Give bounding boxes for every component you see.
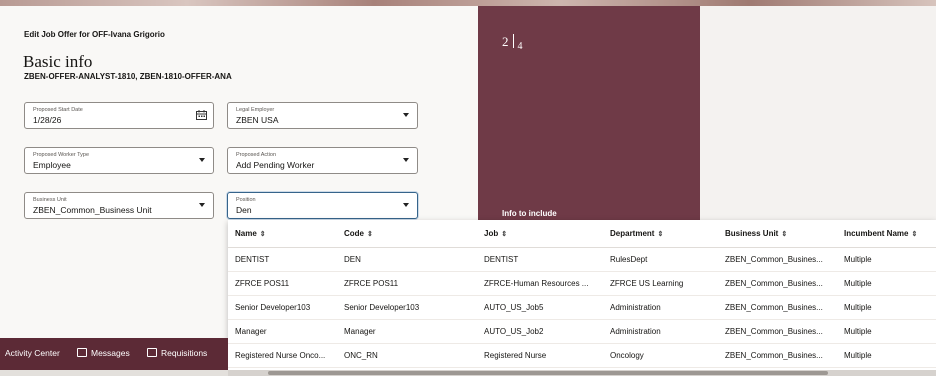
cell-incumbent: Multiple	[837, 343, 936, 368]
start-date-value: 1/28/26	[33, 115, 62, 125]
cell-code: DEN	[337, 247, 477, 272]
sort-icon[interactable]: ⇕	[657, 231, 663, 238]
col-header-name[interactable]: Name ⇕	[228, 220, 337, 248]
messages-label: Messages	[91, 348, 130, 358]
step-indicator: 24	[502, 34, 523, 52]
legal-employer-label: Legal Employer	[236, 107, 275, 113]
requisitions-link[interactable]: Requisitions	[147, 348, 207, 358]
cell-department: Administration	[603, 319, 718, 344]
cell-job: AUTO_US_Job2	[477, 319, 603, 344]
bottom-navigation: Activity Center Messages Requisitions	[0, 338, 228, 370]
results-table: Name ⇕ Code ⇕ Job ⇕ Department ⇕ Business Un…	[228, 220, 936, 368]
sort-icon[interactable]: ⇕	[260, 231, 266, 238]
start-date-label: Proposed Start Date	[33, 107, 83, 113]
cell-name: Registered Nurse Onco...	[228, 343, 337, 368]
cell-incumbent: Multiple	[837, 295, 936, 320]
cell-business-unit: ZBEN_Common_Busines...	[718, 343, 837, 368]
cell-code: ONC_RN	[337, 343, 477, 368]
chevron-down-icon[interactable]	[403, 203, 409, 207]
cell-department: Oncology	[603, 343, 718, 368]
cell-job: AUTO_US_Job5	[477, 295, 603, 320]
col-header-code[interactable]: Code ⇕	[337, 220, 477, 248]
table-row[interactable]: DENTIST DEN DENTIST RulesDept ZBEN_Commo…	[228, 247, 936, 272]
total-steps: 4	[517, 41, 523, 52]
position-combobox[interactable]: Position Den	[227, 192, 418, 219]
list-icon	[147, 348, 157, 357]
legal-employer-select[interactable]: Legal Employer ZBEN USA	[227, 102, 418, 129]
cell-code: ZFRCE POS11	[337, 271, 477, 296]
scrollbar-thumb[interactable]	[268, 371, 828, 375]
step-separator	[512, 34, 514, 48]
offer-subtitle: ZBEN-OFFER-ANALYST-1810, ZBEN-1810-OFFER…	[24, 72, 232, 81]
cell-business-unit: ZBEN_Common_Busines...	[718, 319, 837, 344]
activity-center-link[interactable]: Activity Center	[5, 348, 60, 358]
table-row[interactable]: Manager Manager AUTO_US_Job2 Administrat…	[228, 319, 936, 344]
position-label: Position	[236, 197, 256, 203]
cell-name: Manager	[228, 319, 337, 344]
table-row[interactable]: Registered Nurse Onco... ONC_RN Register…	[228, 343, 936, 368]
sort-icon[interactable]: ⇕	[367, 231, 373, 238]
action-select[interactable]: Proposed Action Add Pending Worker	[227, 147, 418, 174]
edit-title: Edit Job Offer for OFF-Ivana Grigorio	[24, 30, 165, 39]
action-value: Add Pending Worker	[236, 160, 315, 170]
activity-center-label: Activity Center	[5, 348, 60, 358]
info-to-include-label: Info to include	[502, 209, 557, 218]
cell-code: Senior Developer103	[337, 295, 477, 320]
business-unit-label: Business Unit	[33, 197, 67, 203]
business-unit-value: ZBEN_Common_Business Unit	[33, 205, 152, 215]
cell-business-unit: ZBEN_Common_Busines...	[718, 295, 837, 320]
start-date-field[interactable]: Proposed Start Date 1/28/26	[24, 102, 214, 129]
table-row[interactable]: Senior Developer103 Senior Developer103 …	[228, 295, 936, 320]
chevron-down-icon[interactable]	[403, 158, 409, 162]
worker-type-label: Proposed Worker Type	[33, 152, 90, 158]
worker-type-value: Employee	[33, 160, 71, 170]
chevron-down-icon[interactable]	[199, 158, 205, 162]
sort-icon[interactable]: ⇕	[911, 231, 917, 238]
current-step: 2	[502, 34, 509, 49]
col-header-incumbent-name[interactable]: Incumbent Name ⇕	[837, 220, 936, 248]
cell-job: DENTIST	[477, 247, 603, 272]
cell-business-unit: ZBEN_Common_Busines...	[718, 247, 837, 272]
cell-name: DENTIST	[228, 247, 337, 272]
cell-code: Manager	[337, 319, 477, 344]
cell-job: ZFRCE-Human Resources ...	[477, 271, 603, 296]
page-title: Basic info	[23, 52, 93, 71]
messages-link[interactable]: Messages	[77, 348, 130, 358]
col-header-business-unit[interactable]: Business Unit ⇕	[718, 220, 837, 248]
calendar-icon[interactable]	[196, 110, 207, 120]
cell-department: Administration	[603, 295, 718, 320]
sort-icon[interactable]: ⇕	[501, 231, 507, 238]
cell-department: ZFRCE US Learning	[603, 271, 718, 296]
table-row[interactable]: ZFRCE POS11 ZFRCE POS11 ZFRCE-Human Reso…	[228, 271, 936, 296]
chevron-down-icon[interactable]	[199, 203, 205, 207]
action-label: Proposed Action	[236, 152, 277, 158]
worker-type-select[interactable]: Proposed Worker Type Employee	[24, 147, 214, 174]
business-unit-select[interactable]: Business Unit ZBEN_Common_Business Unit	[24, 192, 214, 219]
cell-incumbent: Multiple	[837, 271, 936, 296]
position-search-results: Name ⇕ Code ⇕ Job ⇕ Department ⇕ Business Un…	[228, 220, 936, 376]
table-header-row: Name ⇕ Code ⇕ Job ⇕ Department ⇕ Business Un…	[228, 220, 936, 248]
cell-incumbent: Multiple	[837, 319, 936, 344]
col-header-department[interactable]: Department ⇕	[603, 220, 718, 248]
cell-name: ZFRCE POS11	[228, 271, 337, 296]
legal-employer-value: ZBEN USA	[236, 115, 279, 125]
sort-icon[interactable]: ⇕	[781, 231, 787, 238]
cell-business-unit: ZBEN_Common_Busines...	[718, 271, 837, 296]
cell-department: RulesDept	[603, 247, 718, 272]
cell-job: Registered Nurse	[477, 343, 603, 368]
cell-name: Senior Developer103	[228, 295, 337, 320]
cell-incumbent: Multiple	[837, 247, 936, 272]
position-input-value[interactable]: Den	[236, 205, 252, 215]
envelope-icon	[77, 348, 87, 357]
chevron-down-icon[interactable]	[403, 113, 409, 117]
col-header-job[interactable]: Job ⇕	[477, 220, 603, 248]
requisitions-label: Requisitions	[161, 348, 208, 358]
